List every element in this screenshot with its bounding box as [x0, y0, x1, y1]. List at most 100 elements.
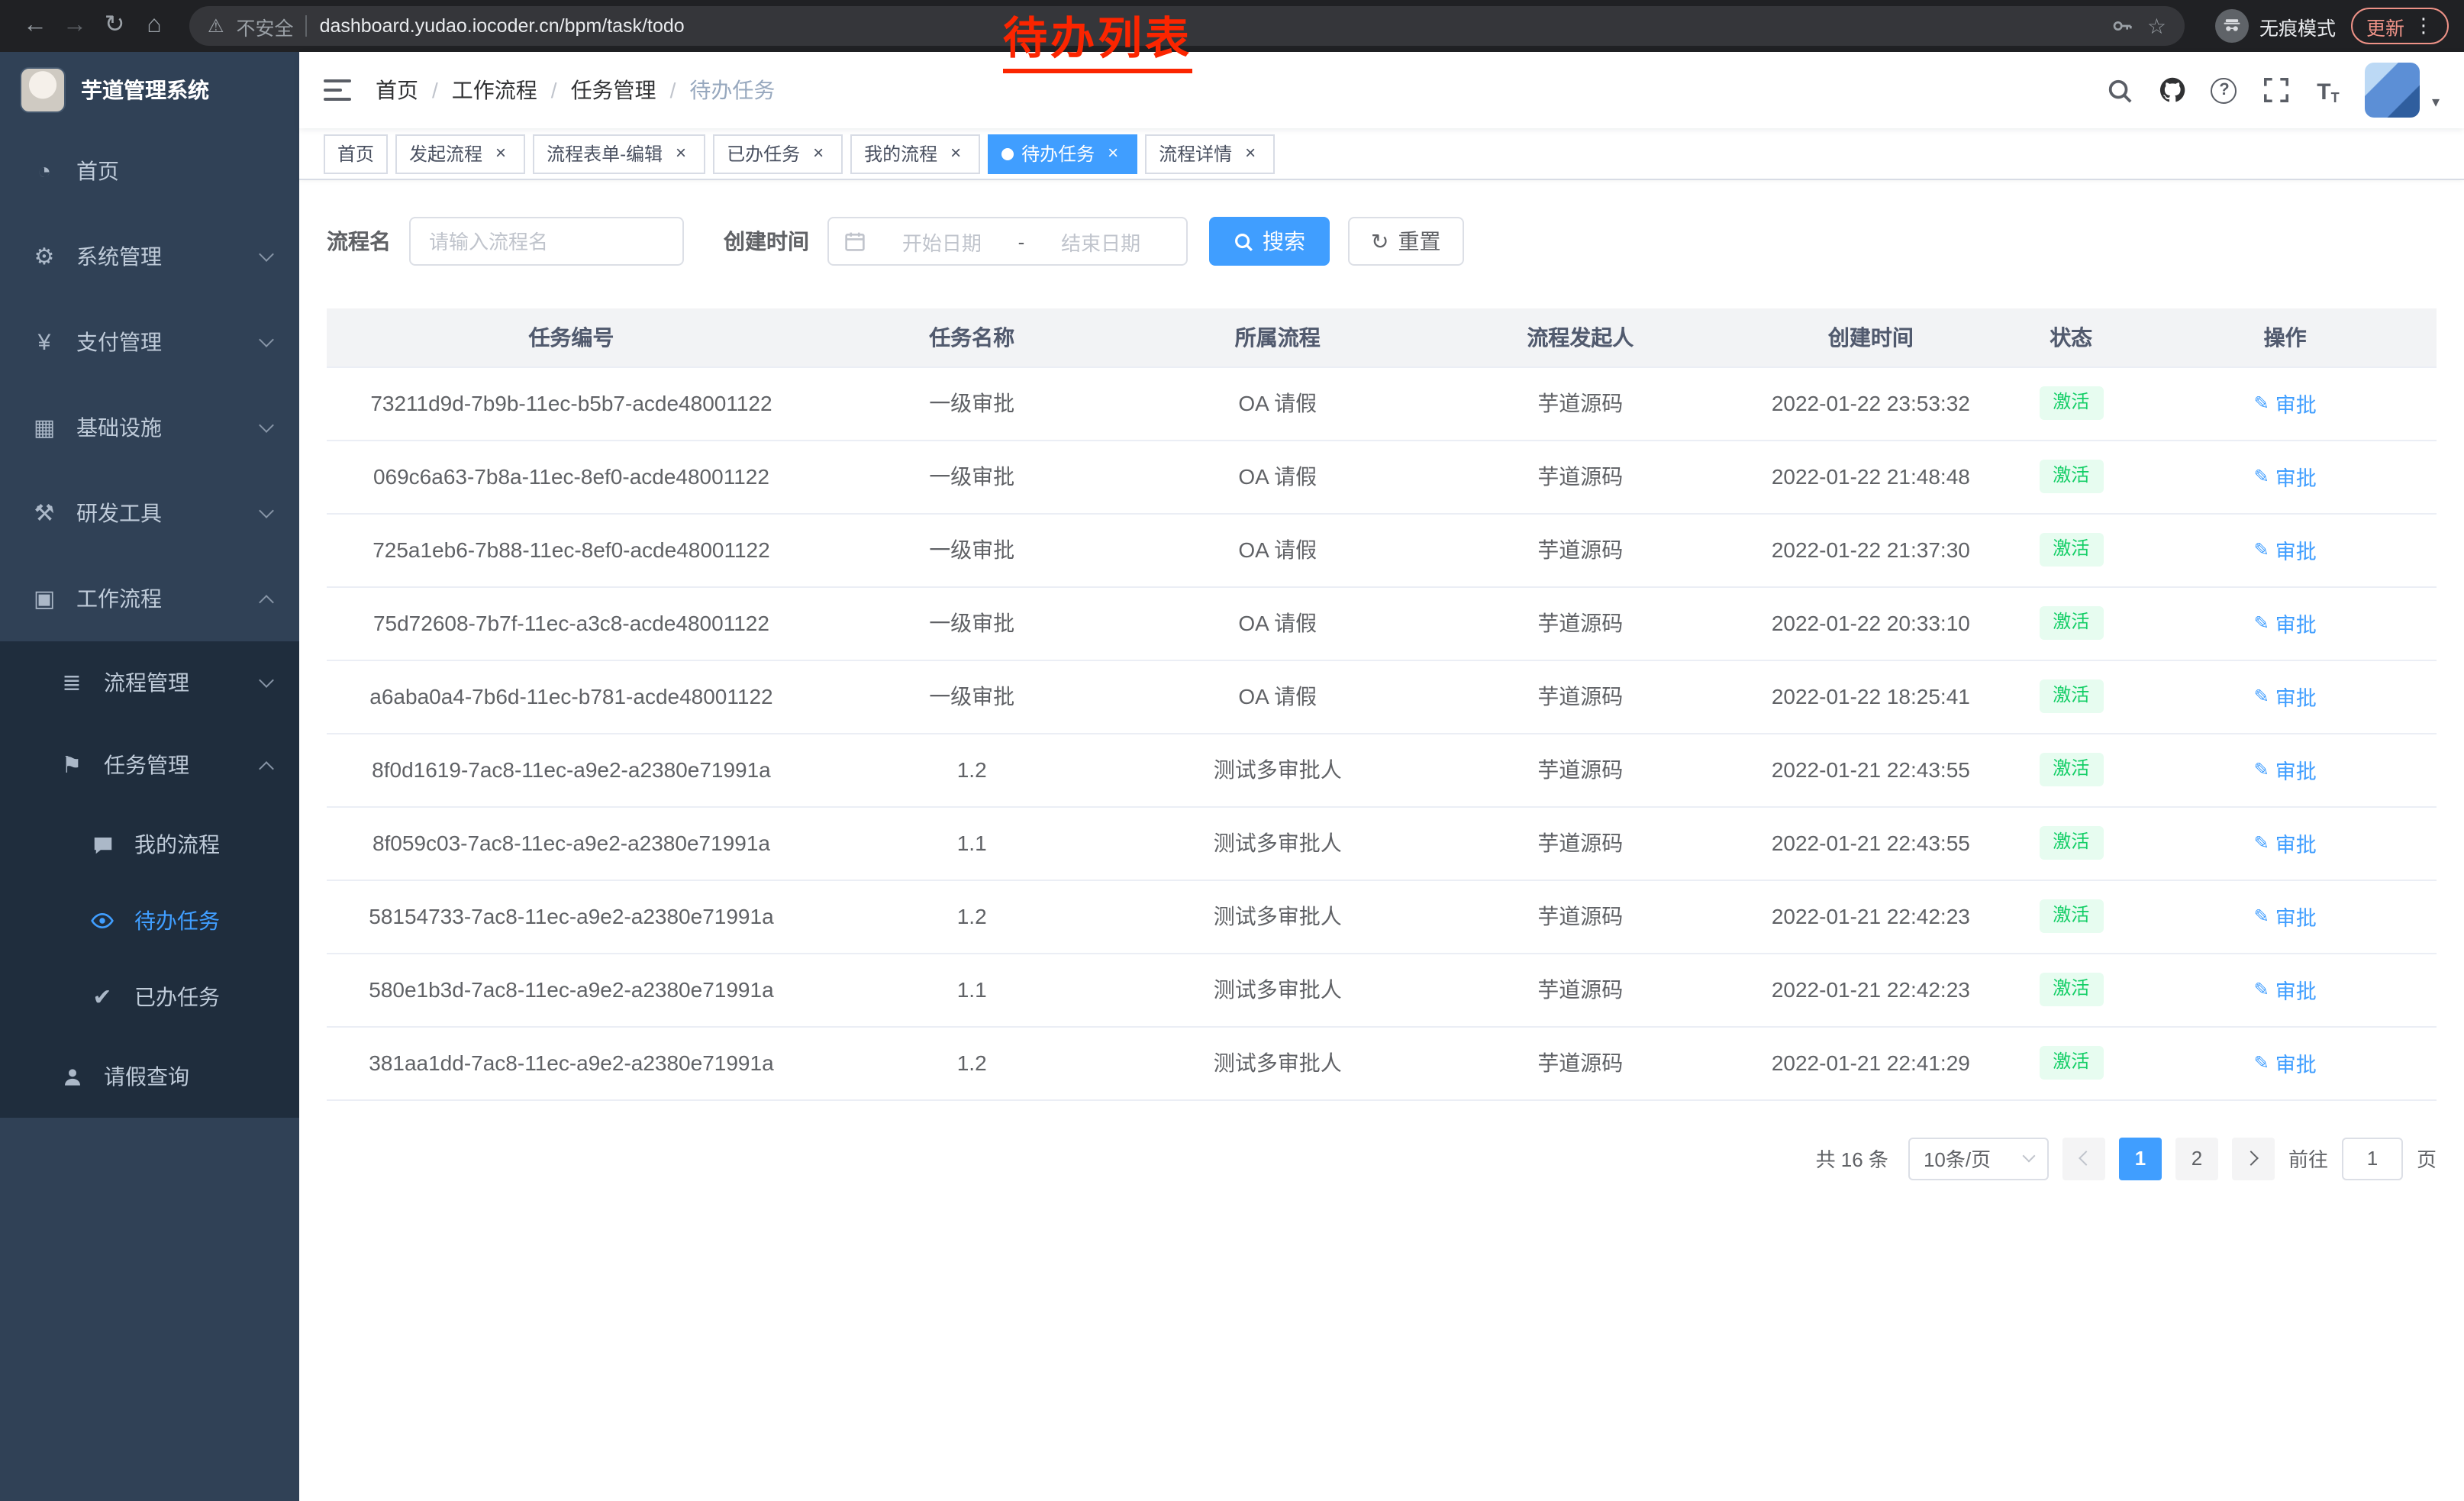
approve-link[interactable]: ✎审批 [2254, 754, 2317, 785]
sidebar-item-workflow[interactable]: ▣ 工作流程 [0, 556, 299, 641]
sidebar-item-label: 我的流程 [134, 829, 272, 860]
close-icon[interactable]: × [670, 143, 692, 164]
chevron-up-icon [259, 594, 274, 609]
browser-refresh-button[interactable]: ↻ [95, 6, 134, 46]
breadcrumb-home[interactable]: 首页 [376, 75, 418, 105]
cell-task-id: 8f0d1619-7ac8-11ec-a9e2-a2380e71991a [327, 733, 816, 806]
browser-home-button[interactable]: ⌂ [134, 6, 174, 46]
tab-my-process[interactable]: 我的流程 × [850, 134, 980, 173]
sidebar-item-process-management[interactable]: ≣ 流程管理 [0, 641, 299, 724]
app-logo-row: 芋道管理系统 [0, 52, 299, 128]
tab-done-tasks[interactable]: 已办任务 × [713, 134, 843, 173]
task-table-body: 73211d9d-7b9b-11ec-b5b7-acde48001122一级审批… [327, 366, 2437, 1099]
create-time-label: 创建时间 [724, 226, 809, 257]
prev-page-button[interactable] [2062, 1137, 2105, 1180]
table-row: 725a1eb6-7b88-11ec-8ef0-acde48001122一级审批… [327, 513, 2437, 586]
sidebar-item-label: 任务管理 [104, 750, 243, 780]
sidebar-item-task-management[interactable]: ⚑ 任务管理 [0, 724, 299, 806]
date-range-picker[interactable]: 开始日期 - 结束日期 [827, 217, 1188, 266]
help-icon[interactable]: ? [2209, 75, 2240, 105]
approve-label: 审批 [2275, 388, 2317, 418]
sidebar-item-payment[interactable]: ¥ 支付管理 [0, 299, 299, 385]
chevron-down-icon [259, 332, 274, 347]
sidebar-item-infrastructure[interactable]: ▦ 基础设施 [0, 385, 299, 470]
hamburger-icon[interactable] [324, 78, 351, 102]
incognito-icon [2215, 9, 2249, 43]
cell-process: 测试多审批人 [1127, 806, 1427, 880]
close-icon[interactable]: × [1240, 143, 1261, 164]
status-badge: 激活 [2039, 606, 2103, 639]
chevron-up-icon [259, 760, 274, 776]
avatar[interactable] [2365, 63, 2420, 118]
github-icon[interactable] [2157, 75, 2188, 105]
tab-todo-tasks[interactable]: 待办任务 × [988, 134, 1137, 173]
approve-link[interactable]: ✎审批 [2254, 608, 2317, 638]
sidebar-item-home[interactable]: ◔ 首页 [0, 128, 299, 214]
edit-icon: ✎ [2254, 466, 2269, 487]
tab-label: 发起流程 [409, 140, 482, 166]
approve-link[interactable]: ✎ 审批 [2254, 461, 2317, 492]
status-badge: 激活 [2039, 899, 2103, 932]
cell-task-id: 069c6a63-7b8a-11ec-8ef0-acde48001122 [327, 440, 816, 513]
fullscreen-icon[interactable] [2261, 75, 2291, 105]
page-size-select[interactable]: 10条/页 [1908, 1137, 2049, 1180]
browser-forward-button[interactable]: → [55, 6, 95, 46]
close-icon[interactable]: × [490, 143, 511, 164]
sidebar-item-done-tasks[interactable]: ✔ 已办任务 [0, 959, 299, 1035]
page-button-1[interactable]: 1 [2119, 1137, 2162, 1180]
approve-link[interactable]: ✎审批 [2254, 388, 2317, 418]
approve-link[interactable]: ✎审批 [2254, 681, 2317, 712]
approve-link[interactable]: ✎审批 [2254, 1047, 2317, 1078]
sidebar-item-todo-tasks[interactable]: 待办任务 [0, 883, 299, 959]
close-icon[interactable]: × [808, 143, 829, 164]
breadcrumb-separator: / [551, 78, 557, 102]
browser-update-button[interactable]: 更新 ⋮ [2351, 8, 2449, 44]
sidebar-item-label: 支付管理 [76, 327, 243, 357]
approve-link[interactable]: ✎审批 [2254, 828, 2317, 858]
tab-initiate-process[interactable]: 发起流程 × [395, 134, 525, 173]
sidebar-item-my-process[interactable]: 我的流程 [0, 806, 299, 883]
sidebar-item-system[interactable]: ⚙ 系统管理 [0, 214, 299, 299]
font-size-icon[interactable]: TT [2313, 75, 2343, 105]
url-text[interactable]: dashboard.yudao.iocoder.cn/bpm/task/todo [320, 15, 2098, 37]
cell-actions: ✎ 审批 [2133, 440, 2437, 513]
approve-link[interactable]: ✎审批 [2254, 974, 2317, 1005]
process-name-input[interactable] [409, 217, 684, 266]
next-page-button[interactable] [2232, 1137, 2275, 1180]
close-icon[interactable]: × [1102, 143, 1124, 164]
breadcrumb-task-management[interactable]: 任务管理 [571, 75, 656, 105]
cell-task-name: 一级审批 [816, 513, 1128, 586]
approve-link[interactable]: ✎审批 [2254, 901, 2317, 931]
cell-task-id: 8f059c03-7ac8-11ec-a9e2-a2380e71991a [327, 806, 816, 880]
cell-starter: 芋道源码 [1427, 880, 1734, 953]
sidebar-item-leave-query[interactable]: 请假查询 [0, 1035, 299, 1118]
browser-back-button[interactable]: ← [15, 6, 55, 46]
security-label[interactable]: 不安全 [237, 11, 294, 40]
gear-icon: ⚙ [31, 243, 58, 270]
bookmark-star-icon[interactable]: ☆ [2147, 13, 2166, 39]
table-row: 73211d9d-7b9b-11ec-b5b7-acde48001122一级审批… [327, 366, 2437, 440]
goto-page-input[interactable] [2342, 1137, 2403, 1180]
sidebar-item-devtools[interactable]: ⚒ 研发工具 [0, 470, 299, 556]
cell-process: OA 请假 [1127, 440, 1427, 513]
approve-link[interactable]: ✎审批 [2254, 534, 2317, 565]
filter-bar: 流程名 创建时间 开始日期 - 结束日期 [327, 217, 2437, 266]
browser-menu-icon[interactable]: ⋮ [2414, 14, 2433, 38]
approve-label: 审批 [2275, 534, 2317, 565]
app-logo [20, 67, 66, 113]
page-button-2[interactable]: 2 [2175, 1137, 2218, 1180]
chevron-down-icon [259, 247, 274, 262]
tab-home[interactable]: 首页 [324, 134, 388, 173]
approve-label: 审批 [2275, 461, 2317, 492]
breadcrumb-workflow[interactable]: 工作流程 [452, 75, 537, 105]
tab-process-detail[interactable]: 流程详情 × [1145, 134, 1275, 173]
caret-down-icon[interactable]: ▾ [2432, 95, 2440, 111]
close-icon[interactable]: × [945, 143, 966, 164]
tab-process-form-edit[interactable]: 流程表单-编辑 × [533, 134, 705, 173]
search-icon[interactable] [2105, 75, 2136, 105]
password-key-icon[interactable] [2111, 14, 2135, 38]
reset-button[interactable]: ↻ 重置 [1348, 217, 1463, 266]
cell-create-time: 2022-01-21 22:42:23 [1734, 880, 2009, 953]
search-button[interactable]: 搜索 [1209, 217, 1330, 266]
approve-label: 审批 [2275, 974, 2317, 1005]
